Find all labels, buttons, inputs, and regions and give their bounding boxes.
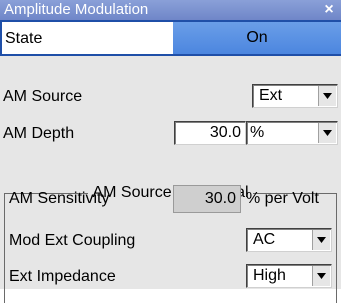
- am-depth-unit-value: %: [250, 124, 265, 141]
- chevron-down-icon[interactable]: [318, 86, 336, 106]
- state-label: State: [5, 30, 43, 47]
- am-sensitivity-label: AM Sensitivity: [9, 190, 110, 207]
- mod-ext-coupling-value: AC: [253, 231, 276, 248]
- state-row: State On: [0, 20, 341, 56]
- am-depth-input[interactable]: 30.0: [174, 121, 246, 145]
- am-sensitivity-value: 30.0: [173, 185, 241, 213]
- chevron-down-icon[interactable]: [312, 230, 330, 250]
- mod-ext-coupling-dropdown[interactable]: AC: [246, 228, 332, 252]
- window-title: Amplitude Modulation: [4, 1, 149, 18]
- ext-impedance-dropdown[interactable]: High: [246, 264, 332, 288]
- am-sensitivity-unit: % per Volt: [246, 190, 319, 207]
- am-depth-unit-dropdown[interactable]: %: [246, 121, 338, 145]
- mod-ext-coupling-label: Mod Ext Coupling: [9, 232, 136, 249]
- am-source-dropdown[interactable]: Ext: [252, 84, 338, 108]
- am-source-value: Ext: [259, 87, 283, 104]
- state-toggle-button[interactable]: On: [173, 22, 341, 54]
- close-icon[interactable]: ×: [321, 0, 337, 20]
- ext-impedance-label: Ext Impedance: [9, 268, 116, 285]
- am-source-label: AM Source: [3, 88, 83, 105]
- chevron-down-icon[interactable]: [312, 266, 330, 286]
- am-depth-label: AM Depth: [3, 125, 75, 142]
- chevron-down-icon[interactable]: [318, 123, 336, 143]
- title-bar: Amplitude Modulation ×: [0, 0, 341, 20]
- ext-impedance-value: High: [253, 267, 286, 284]
